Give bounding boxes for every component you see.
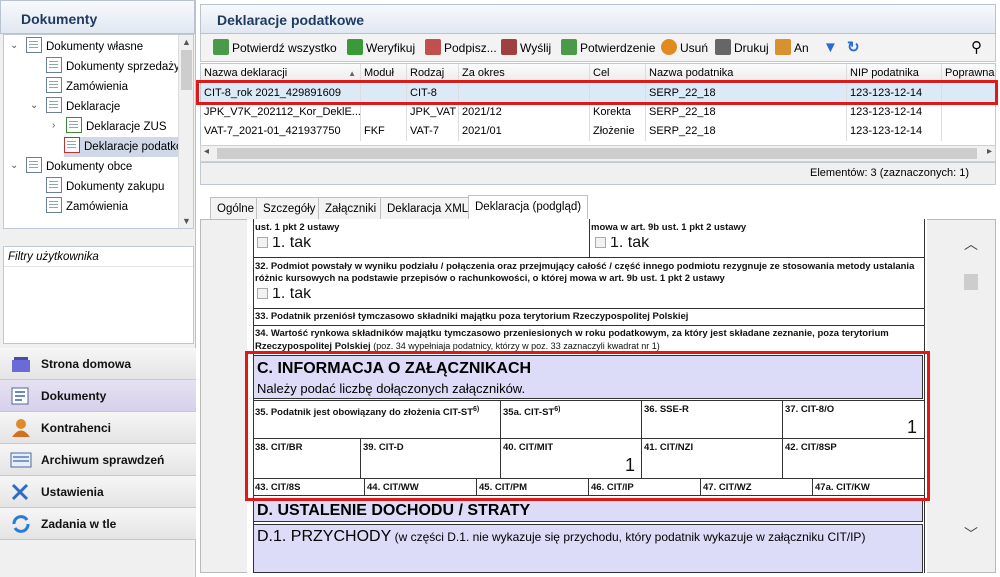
document-icon — [46, 77, 62, 93]
panel-title: Dokumenty — [0, 0, 195, 34]
table-row[interactable]: JPK_V7K_202112_Kor_DeklE... JPK_VAT 2021… — [201, 103, 995, 122]
nav-kontrahenci[interactable]: Kontrahenci — [0, 412, 196, 444]
confirm-all-icon — [213, 39, 229, 55]
tree-item-dokumenty-sprzedazy[interactable]: Dokumenty sprzedaży — [46, 57, 180, 77]
tab-zalaczniki[interactable]: Załączniki — [318, 197, 384, 219]
user-filters[interactable]: Filtry użytkownika — [3, 246, 194, 344]
checkbox-tak[interactable]: 1. tak — [257, 288, 311, 302]
tree-item-zamowienia[interactable]: Zamówienia — [46, 77, 128, 97]
document-tree[interactable]: ⌄ Dokumenty własne Dokumenty sprzedaży Z… — [3, 34, 194, 229]
tab-ogolne[interactable]: Ogólne — [210, 197, 262, 219]
person-icon — [10, 418, 32, 438]
page-title: Deklaracje podatkowe — [200, 4, 996, 34]
scroll-up-icon: ︿ — [964, 236, 978, 252]
send-button[interactable]: Wyślij — [501, 38, 551, 58]
tax-declaration-icon — [64, 137, 80, 153]
documents-icon — [46, 97, 62, 113]
documents-icon — [10, 386, 32, 406]
document-icon — [46, 57, 62, 73]
collapse-icon[interactable]: ⌄ — [10, 160, 18, 171]
documents-icon — [26, 157, 42, 173]
tree-item-dokumenty-obce[interactable]: Dokumenty obce — [26, 157, 132, 177]
collapse-icon[interactable]: ⌄ — [30, 100, 38, 111]
attachments-highlight — [245, 351, 930, 501]
table-hscrollbar[interactable]: ◂ ▸ — [200, 145, 996, 162]
tools-icon — [10, 482, 32, 502]
checkbox-tak[interactable]: 1. tak — [595, 237, 649, 251]
nav-dokumenty[interactable]: Dokumenty — [0, 380, 196, 412]
nav-zadania-w-tle[interactable]: Zadania w tle — [0, 508, 196, 540]
detail-tabs: Ogólne Szczegóły Załączniki Deklaracja X… — [200, 191, 996, 219]
filters-label: Filtry użytkownika — [4, 247, 193, 267]
print-button[interactable]: Drukuj — [715, 38, 769, 58]
person-icon — [775, 39, 791, 55]
checkbox-tak[interactable]: 1. tak — [257, 237, 311, 251]
element-count: Elementów: 3 (zaznaczonych: 1) — [200, 163, 996, 185]
document-icon — [46, 197, 62, 213]
tab-deklaracja-xml[interactable]: Deklaracja XML — [380, 197, 476, 219]
refresh-tasks-icon — [10, 514, 32, 534]
form-text: mowa w art. 9b ust. 1 pkt 2 ustawy — [591, 222, 747, 233]
printer-icon — [715, 39, 731, 55]
tab-deklaracja-podglad[interactable]: Deklaracja (podgląd) — [468, 195, 589, 219]
nav-strona-domowa[interactable]: Strona domowa — [0, 348, 196, 380]
refresh-icon[interactable]: ↻ — [847, 38, 860, 58]
tree-item-dokumenty-wlasne[interactable]: Dokumenty własne — [26, 37, 143, 57]
scroll-down-icon: ﹀ — [964, 526, 978, 542]
tree-item-zamowienia-obce[interactable]: Zamówienia — [46, 197, 128, 217]
sign-icon — [425, 39, 441, 55]
expand-icon[interactable]: › — [52, 120, 55, 131]
tab-szczegoly[interactable]: Szczegóły — [256, 197, 323, 219]
nav-ustawienia[interactable]: Ustawienia — [0, 476, 196, 508]
tree-item-deklaracje-podatkowe[interactable]: Deklaracje podatkowe — [64, 137, 193, 157]
sign-button[interactable]: Podpisz... — [425, 38, 497, 58]
navigation-pane: Strona domowa Dokumenty Kontrahenci Arch… — [0, 348, 196, 540]
verify-button[interactable]: Weryfikuj — [347, 38, 415, 58]
nav-archiwum-sprawdzen[interactable]: Archiwum sprawdzeń — [0, 444, 196, 476]
field-32: 32. Podmiot powstały w wyniku podziału /… — [255, 261, 915, 284]
delete-button[interactable]: Usuń — [661, 38, 708, 58]
tree-scrollbar[interactable]: ▲ ▼ — [178, 35, 193, 228]
confirmation-button[interactable]: Potwierdzenie — [561, 38, 655, 58]
section-d: D. USTALENIE DOCHODU / STRATY — [253, 500, 923, 522]
collapse-icon[interactable]: ⌄ — [10, 40, 18, 51]
table-row[interactable]: VAT-7_2021-01_421937750 FKF VAT-7 2021/0… — [201, 122, 995, 141]
filter-icon[interactable]: ▼ — [823, 38, 838, 58]
field-33: 33. Podatnik przeniósł tymczasowo składn… — [255, 311, 689, 322]
analyze-button[interactable]: An — [775, 38, 809, 58]
selected-row-highlight — [196, 80, 998, 105]
form-text: ust. 1 pkt 2 ustawy — [255, 222, 340, 233]
search-icon[interactable]: ⚲ — [971, 38, 982, 58]
home-icon — [10, 354, 32, 374]
send-icon — [501, 39, 517, 55]
minus-circle-icon — [661, 39, 677, 55]
tree-item-deklaracje-zus[interactable]: Deklaracje ZUS — [66, 117, 167, 137]
preview-scrollbar[interactable]: ︿ ﹀ — [962, 228, 980, 568]
zus-declaration-icon — [66, 117, 82, 133]
document-icon — [46, 177, 62, 193]
confirm-all-button[interactable]: Potwierdź wszystko — [213, 38, 337, 58]
tree-item-deklaracje[interactable]: Deklaracje — [46, 97, 120, 117]
toolbar: Potwierdź wszystko Weryfikuj Podpisz... … — [200, 34, 996, 62]
tree-item-dokumenty-zakupu[interactable]: Dokumenty zakupu — [46, 177, 164, 197]
confirmation-icon — [561, 39, 577, 55]
archive-icon — [10, 450, 32, 470]
section-d1: D.1. PRZYCHODY (w części D.1. nie wykazu… — [253, 524, 923, 573]
checkmark-icon — [347, 39, 363, 55]
scroll-thumb — [964, 274, 978, 290]
documents-icon — [26, 37, 42, 53]
